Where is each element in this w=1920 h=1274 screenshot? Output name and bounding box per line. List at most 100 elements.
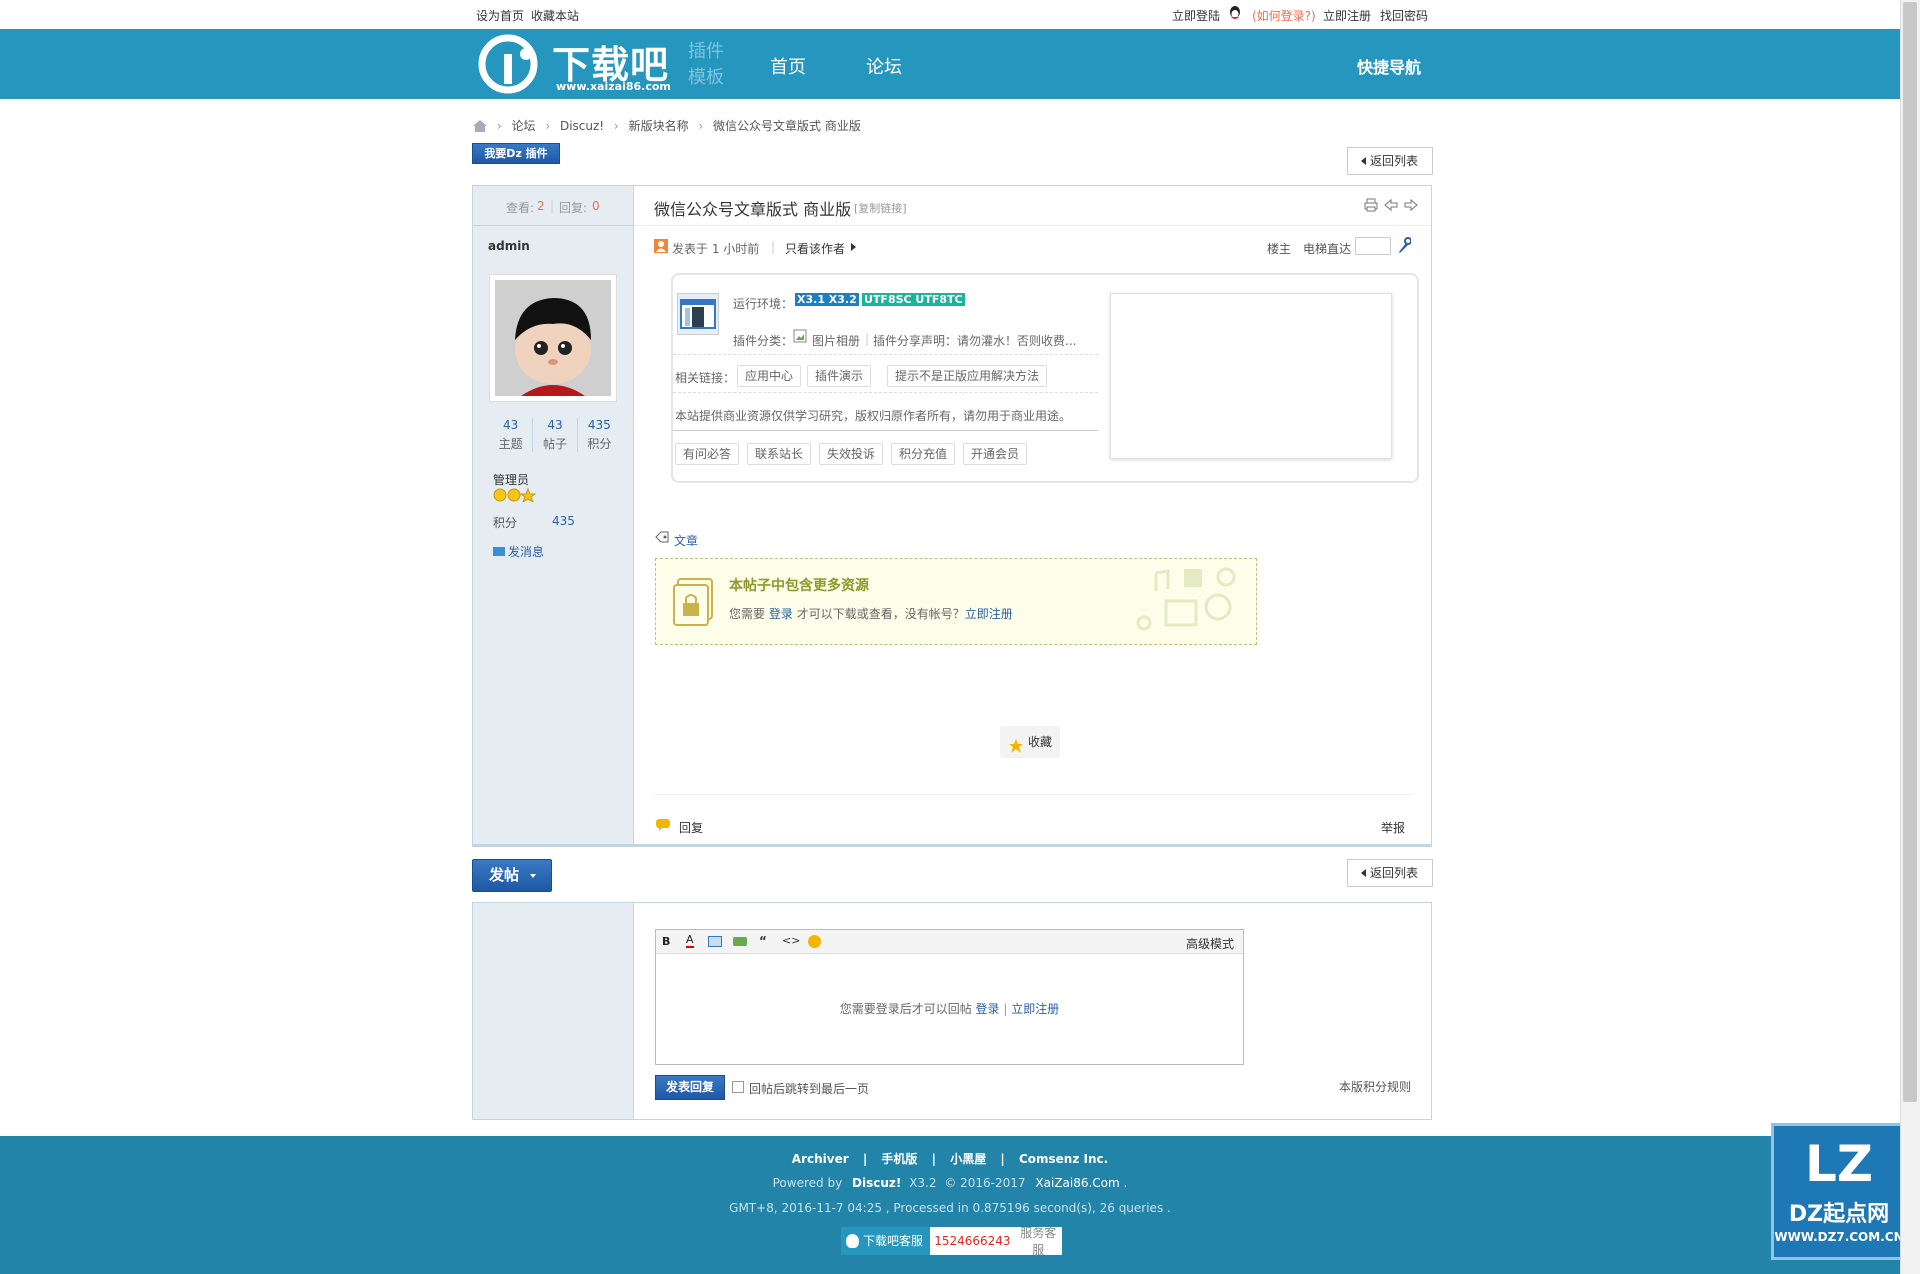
prev-thread-icon[interactable] bbox=[1384, 198, 1398, 215]
post-box: 查看: 2 | 回复: 0 微信公众号文章版式 商业版 [复制链接] admin… bbox=[472, 185, 1432, 847]
bold-icon[interactable]: B bbox=[662, 935, 670, 948]
font-color-icon[interactable]: A bbox=[686, 933, 694, 948]
bookmark-link[interactable]: 收藏本站 bbox=[531, 7, 579, 24]
links-label: 相关链接： bbox=[675, 371, 736, 385]
nav-forum[interactable]: 论坛 bbox=[866, 53, 902, 79]
editor-register-link[interactable]: 立即注册 bbox=[1011, 1002, 1059, 1016]
locked-register-link[interactable]: 立即注册 bbox=[965, 607, 1013, 621]
credit-rule-link[interactable]: 本版积分规则 bbox=[1339, 1078, 1411, 1095]
report-link[interactable]: 举报 bbox=[1381, 819, 1405, 836]
smiley-icon[interactable] bbox=[808, 935, 821, 948]
footer-mobile-link[interactable]: 手机版 bbox=[881, 1152, 917, 1166]
breadcrumb-item[interactable]: 论坛 bbox=[511, 119, 535, 133]
editor-login-link[interactable]: 登录 bbox=[976, 1002, 1000, 1016]
floor-label: 楼主 bbox=[1267, 242, 1292, 256]
copy-link[interactable]: [复制链接] bbox=[854, 200, 907, 216]
login-now-link[interactable]: 立即登陆 bbox=[1172, 7, 1220, 24]
service-qq-number: 1524666243 bbox=[934, 1234, 1011, 1248]
advanced-mode-link[interactable]: 高级模式 bbox=[1186, 935, 1234, 952]
rank-icons bbox=[493, 487, 543, 505]
favorite-button[interactable]: 收藏 bbox=[1000, 726, 1060, 758]
set-home-link[interactable]: 设为首页 bbox=[476, 7, 524, 24]
reply-side-column bbox=[473, 903, 634, 1119]
stat-posts[interactable]: 43 帖子 bbox=[533, 418, 578, 452]
register-link[interactable]: 立即注册 bbox=[1323, 7, 1371, 24]
action-complaint[interactable]: 失效投诉 bbox=[819, 443, 884, 465]
nav-home[interactable]: 首页 bbox=[770, 53, 806, 79]
find-password-link[interactable]: 找回密码 bbox=[1380, 7, 1428, 24]
home-icon[interactable] bbox=[473, 120, 487, 135]
code-icon[interactable]: <> bbox=[782, 934, 800, 947]
qq-penguin-icon bbox=[846, 1234, 859, 1248]
tag-link[interactable]: 文章 bbox=[674, 532, 698, 549]
jump-last-checkbox[interactable] bbox=[732, 1081, 744, 1093]
send-message-link[interactable]: 发消息 bbox=[493, 543, 544, 560]
author-group[interactable]: 管理员 bbox=[493, 471, 529, 488]
card-divider bbox=[673, 392, 1098, 393]
link-app-center[interactable]: 应用中心 bbox=[737, 365, 802, 387]
quick-nav-button[interactable]: 快捷导航 bbox=[1357, 54, 1421, 78]
reply-link[interactable]: 回复 bbox=[679, 819, 703, 836]
breadcrumb-item[interactable]: 微信公众号文章版式 商业版 bbox=[713, 119, 861, 133]
lock-icon bbox=[672, 577, 716, 630]
want-plugin-button[interactable]: 我要Dz 插件 bbox=[472, 143, 560, 164]
wrench-icon[interactable] bbox=[1397, 237, 1412, 256]
plugin-card: 运行环境： X3.1 X3.2 UTF8SC UTF8TC 插件分类： 图片相册… bbox=[671, 273, 1419, 483]
stats-divider: | bbox=[550, 199, 555, 213]
envelope-icon bbox=[493, 547, 505, 556]
footer-site-link[interactable]: XaiZai86.Com bbox=[1035, 1176, 1119, 1190]
author-name[interactable]: admin bbox=[488, 239, 530, 253]
breadcrumb-sep-icon: › bbox=[698, 119, 704, 133]
attachment-icon[interactable] bbox=[733, 937, 747, 946]
breadcrumb-item[interactable]: 新版块名称 bbox=[629, 119, 689, 133]
card-divider bbox=[673, 430, 1098, 431]
breadcrumb-sep-icon: › bbox=[545, 119, 551, 133]
footer-archiver-link[interactable]: Archiver bbox=[792, 1152, 849, 1166]
author-avatar[interactable] bbox=[489, 274, 617, 402]
service-label: 下载吧客服 bbox=[841, 1227, 931, 1255]
category-value[interactable]: 图片相册 bbox=[812, 332, 860, 349]
disclaimer-text: 本站提供商业资源仅供学习研究，版权归原作者所有，请勿用于商业用途。 bbox=[675, 409, 1072, 423]
next-thread-icon[interactable] bbox=[1404, 198, 1418, 215]
replies-count: 0 bbox=[592, 199, 600, 213]
stat-credits[interactable]: 435 积分 bbox=[578, 418, 621, 452]
submit-reply-button[interactable]: 发表回复 bbox=[655, 1075, 725, 1100]
stat-threads[interactable]: 43 主题 bbox=[489, 418, 534, 452]
footer-blackroom-link[interactable]: 小黑屋 bbox=[950, 1152, 986, 1166]
card-divider bbox=[673, 354, 1098, 355]
footer-comsenz-link[interactable]: Comsenz Inc. bbox=[1019, 1152, 1108, 1166]
link-plugin-demo[interactable]: 插件演示 bbox=[807, 365, 872, 387]
elevator-input[interactable] bbox=[1355, 237, 1391, 255]
customer-service-widget[interactable]: 下载吧客服 1524666243 服务客服 bbox=[841, 1226, 1062, 1257]
how-login-link[interactable]: (如何登录?) bbox=[1252, 7, 1316, 24]
dz-mark-icon: LZ bbox=[1804, 1135, 1874, 1193]
link-genuine-tip[interactable]: 提示不是正版应用解决方法 bbox=[887, 365, 1048, 387]
footer-discuz-link[interactable]: Discuz! bbox=[852, 1176, 901, 1190]
action-contact[interactable]: 联系站长 bbox=[747, 443, 812, 465]
print-icon[interactable] bbox=[1364, 198, 1378, 215]
action-vip[interactable]: 开通会员 bbox=[963, 443, 1028, 465]
new-post-button[interactable]: 发帖 bbox=[472, 859, 552, 892]
image-icon[interactable] bbox=[708, 936, 722, 947]
footer-powered: Powered by Discuz! X3.2 © 2016-2017 XaiZ… bbox=[772, 1176, 1128, 1190]
locked-login-link[interactable]: 登录 bbox=[769, 607, 793, 621]
quick-reply-box: B A “ <> 高级模式 您需要登录后才可以回帖 登录 | 立即注册 发表回复… bbox=[472, 902, 1432, 1120]
category-divider: | bbox=[865, 332, 870, 346]
quote-icon[interactable]: “ bbox=[759, 934, 767, 948]
env-badge-version: X3.1 X3.2 bbox=[795, 293, 859, 306]
site-logo[interactable]: 下载吧 www.xaizai86.com 插件 模板 bbox=[478, 32, 736, 96]
action-recharge[interactable]: 积分充值 bbox=[891, 443, 956, 465]
elevator-label: 电梯直达 bbox=[1303, 242, 1352, 256]
editor-toolbar: B A “ <> 高级模式 bbox=[656, 930, 1243, 954]
breadcrumb-sep-icon: › bbox=[496, 119, 502, 133]
picture-icon bbox=[793, 329, 807, 346]
action-ask[interactable]: 有问必答 bbox=[675, 443, 740, 465]
only-author-link[interactable]: 只看该作者 bbox=[785, 240, 845, 257]
back-list-button-bottom[interactable]: 返回列表 bbox=[1347, 859, 1433, 887]
posted-time: 发表于 1 小时前 bbox=[672, 242, 760, 256]
back-list-button-top[interactable]: 返回列表 bbox=[1347, 147, 1433, 175]
scrollbar-thumb[interactable] bbox=[1903, 2, 1917, 1102]
footer-links: Archiver | 手机版 | 小黑屋 | Comsenz Inc. bbox=[791, 1152, 1109, 1166]
replies-label: 回复: bbox=[559, 201, 588, 215]
breadcrumb-item[interactable]: Discuz! bbox=[560, 119, 604, 133]
